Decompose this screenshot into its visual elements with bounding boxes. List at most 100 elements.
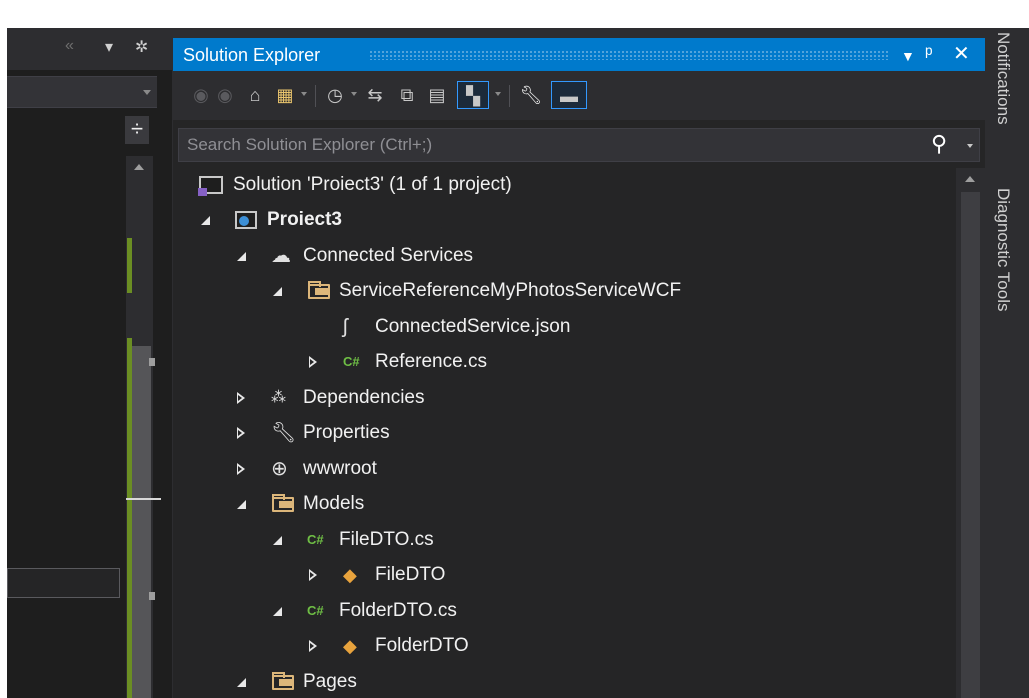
scroll-up-icon[interactable] [134,164,144,170]
search-box[interactable]: ⚲ [178,128,980,162]
collapse-arrow-icon[interactable] [235,381,249,415]
tree-vertical-scrollbar[interactable] [956,168,985,698]
tree-item-connected-services[interactable]: ☁ Connected Services [173,239,953,273]
tree-item-project[interactable]: Proiect3 [173,203,953,237]
tree-item-label: ConnectedService.json [375,316,571,337]
forward-icon[interactable]: ◉ [215,81,235,109]
preview-dropdown-icon[interactable] [495,92,501,96]
tree-item-label: Reference.cs [375,351,487,372]
web-project-icon [235,203,259,237]
caret-position-marker [126,498,161,500]
toolbar-separator [315,85,316,107]
properties-icon[interactable]: 🔧︎ [517,81,545,109]
tree-item-connected-service-json[interactable]: ʃ ConnectedService.json [173,310,953,344]
tree-item-service-reference[interactable]: ServiceReferenceMyPhotosServiceWCF [173,274,953,308]
switch-views-icon[interactable]: ▦ [273,81,297,109]
tree-item-dependencies[interactable]: ⁂ Dependencies [173,381,953,415]
tool-window-tab-strip: Notifications Diagnostic Tools [985,28,1029,698]
pin-icon[interactable]: ᵖ [925,42,933,66]
tree-item-label: FileDTO [375,564,446,585]
tree-item-solution[interactable]: Solution 'Proiect3' (1 of 1 project) [173,168,953,202]
collapse-arrow-icon[interactable] [307,629,321,663]
tree-item-label: Proiect3 [267,209,342,230]
expand-arrow-icon[interactable] [235,487,249,521]
home-icon[interactable]: ⌂ [243,81,267,109]
ide-window: « ▾ ✲ ÷ Solution Explorer ▼ ᵖ ✕ ◉ ◉ ⌂ ▦ [7,28,1029,698]
title-grip [369,50,889,60]
sync-with-active-document-icon[interactable]: ⇆ [363,81,387,109]
expand-arrow-icon[interactable] [235,239,249,273]
pending-changes-dropdown-icon[interactable] [351,92,357,96]
tree-item-label: Models [303,493,365,514]
solution-explorer-toolbar: ◉ ◉ ⌂ ▦ ◷ ⇆ ⧉ ▤ ▚ 🔧︎ ▬ [173,71,985,120]
search-input[interactable] [179,129,919,161]
back-icon[interactable]: ◉ [191,81,211,109]
tree-item-label: Pages [303,671,357,692]
csharp-file-icon: C# [343,354,360,369]
preview-selected-items-icon[interactable]: ▚ [457,81,489,109]
expand-arrow-icon[interactable] [271,274,285,308]
tree-item-label: Solution 'Proiect3' (1 of 1 project) [233,174,512,195]
collapse-arrow-icon[interactable] [235,416,249,450]
expand-arrow-icon[interactable] [199,203,213,237]
change-marker [127,338,132,698]
pending-changes-filter-icon[interactable]: ◷ [323,81,347,109]
solution-explorer-title-bar[interactable]: Solution Explorer ▼ ᵖ ✕ [173,38,985,71]
json-file-icon: ʃ [343,316,348,338]
solution-explorer-panel: Solution Explorer ▼ ᵖ ✕ ◉ ◉ ⌂ ▦ ◷ ⇆ ⧉ ▤ … [173,38,985,698]
tree-item-models[interactable]: Models [173,487,953,521]
tree-item-properties[interactable]: 🔧︎ Properties [173,416,953,450]
tree-item-label: Properties [303,422,390,443]
search-icon[interactable]: ⚲ [931,131,947,157]
gear-icon[interactable]: ✲ [135,37,148,57]
panel-title: Solution Explorer [183,45,321,65]
tree-item-wwwroot[interactable]: ⊕ wwwroot [173,452,953,486]
split-view-icon[interactable]: ÷ [125,116,149,144]
editor-header: « ▾ ✲ [7,28,172,70]
expand-arrow-icon[interactable] [271,523,285,557]
folder-open-icon [307,274,331,308]
globe-icon: ⊕ [271,458,288,480]
tree-item-filedto-cs[interactable]: C# FileDTO.cs [173,523,953,557]
dropdown-icon[interactable]: ▼ [901,44,915,68]
scrollbar-thumb[interactable] [961,192,980,698]
connected-services-icon: ☁ [271,245,291,267]
close-icon[interactable]: ✕ [953,42,970,66]
caret-down-icon[interactable]: ▾ [105,37,113,57]
folder-open-icon [271,487,295,521]
scroll-up-icon[interactable] [965,176,975,182]
class-icon: ◆ [343,636,357,656]
tree-item-pages[interactable]: Pages [173,665,953,698]
tree-item-label: FolderDTO [375,635,469,656]
expand-arrow-icon[interactable] [235,665,249,698]
editor-navigation-dropdown[interactable] [7,76,157,108]
scroll-marker [149,592,155,600]
collapse-arrow-icon[interactable] [307,345,321,379]
tree-item-label: wwwroot [303,458,377,479]
tree-item-label: FileDTO.cs [339,529,434,550]
tree-item-folderdto-cs[interactable]: C# FolderDTO.cs [173,594,953,628]
tree-item-filedto-class[interactable]: ◆ FileDTO [173,558,953,592]
tree-item-reference-cs[interactable]: C# Reference.cs [173,345,953,379]
switch-views-dropdown-icon[interactable] [301,92,307,96]
editor-text-field[interactable] [7,568,120,598]
scroll-marker [149,358,155,366]
collapse-arrow-icon[interactable] [235,452,249,486]
search-options-dropdown-icon[interactable] [967,144,973,148]
tree-item-folderdto-class[interactable]: ◆ FolderDTO [173,629,953,663]
collapse-all-icon[interactable]: ⧉ [395,81,419,109]
change-marker [127,238,132,293]
show-all-files-icon[interactable]: ▤ [425,81,449,109]
toolbar-separator [509,85,510,107]
tree-item-label: FolderDTO.cs [339,600,457,621]
collapse-arrow-icon[interactable] [307,558,321,592]
tab-notifications[interactable]: Notifications [993,32,1013,125]
editor-pane: « ▾ ✲ ÷ [7,28,172,698]
solution-icon [198,168,223,202]
solution-tree: Solution 'Proiect3' (1 of 1 project) Pro… [173,168,985,698]
expand-arrow-icon[interactable] [271,594,285,628]
dropdown-arrow-icon [143,90,151,95]
active-document-preview-icon[interactable]: ▬ [551,81,587,109]
tab-diagnostic-tools[interactable]: Diagnostic Tools [993,188,1013,311]
double-chevron-left-icon[interactable]: « [65,37,74,55]
